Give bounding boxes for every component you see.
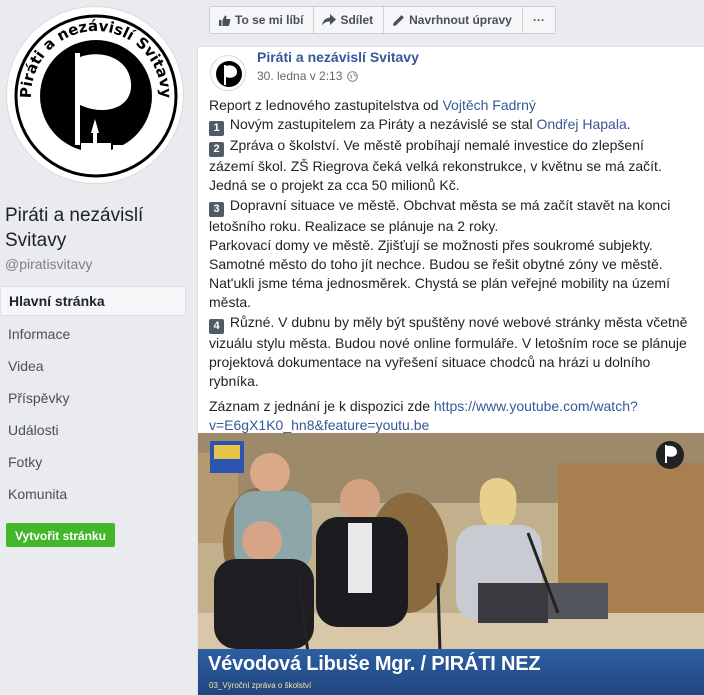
author-avatar[interactable] [210,55,246,91]
share-label: Sdílet [340,13,374,27]
nav-item-posts[interactable]: Příspěvky [0,382,186,414]
video-caption-subtitle: 03_Výroční zpráva o školství [209,681,312,690]
nav-item-home[interactable]: Hlavní stránka [0,286,186,316]
post-item-2: 2 Zpráva o školství. Ve městě probíhají … [209,136,689,195]
video-caption-bar: Vévodová Libuše Mgr. / PIRÁTI NEZ 03_Výr… [198,649,704,695]
post-meta: 30. ledna v 2:13 [257,69,359,83]
post-body: Report z lednového zastupitelstva od Voj… [209,96,689,436]
keycap-2-icon: 2 [209,142,224,158]
page-actions-toolbar: To se mi líbí Sdílet Navrhnout úpravy ··… [209,6,556,34]
pencil-icon [392,14,405,27]
more-dots-icon: ··· [532,13,545,27]
record-text: Záznam z jednání je k dispozici zde [209,398,434,415]
nav-item-about[interactable]: Informace [0,318,186,350]
like-button[interactable]: To se mi líbí [209,6,315,34]
post-author[interactable]: Piráti a nezávislí Svitavy [257,49,419,65]
mention-link[interactable]: Vojtěch Fadrný [442,97,535,113]
nav-item-videos[interactable]: Videa [0,350,186,382]
video-caption-title: Vévodová Libuše Mgr. / PIRÁTI NEZ [208,653,541,675]
share-arrow-icon [322,14,337,26]
item-2-text: Zpráva o školství. Ve městě probíhají ne… [209,137,662,194]
post-item-1: 1 Novým zastupitelem za Piráty a nezávis… [209,115,689,137]
keycap-3-icon: 3 [209,201,224,217]
post-intro: Report z lednového zastupitelstva od Voj… [209,96,689,115]
intro-text: Report z lednového zastupitelstva od [209,97,443,113]
post-item-3-extra: Parkovací domy ve městě. Zjišťují se mož… [209,236,670,311]
nav-item-photos[interactable]: Fotky [0,446,186,478]
left-column: Piráti a nezávislí Svitavy Piráti a nezá… [0,0,196,694]
mention-link-hapala[interactable]: Ondřej Hapala [536,116,626,132]
item-1-suffix: . [626,116,631,133]
thumbs-up-icon [218,14,231,27]
pirate-flag-logo: Piráti a nezávislí Svitavy [12,12,180,180]
nav-item-community[interactable]: Komunita [0,478,186,510]
post-item-4: 4 Různé. V dubnu by měly být spuštěny no… [209,313,689,392]
keycap-4-icon: 4 [209,318,224,334]
page-nav: Hlavní stránka Informace Videa Příspěvky… [0,286,186,510]
item-4-text: Různé. V dubnu by měly být spuštěny nové… [209,313,688,390]
video-player[interactable]: Vévodová Libuše Mgr. / PIRÁTI NEZ 03_Výr… [198,433,704,695]
post-card: Piráti a nezávislí Svitavy 30. ledna v 2… [197,46,704,695]
more-options-button[interactable]: ··· [522,6,556,34]
post-record: Záznam z jednání je k dispozici zde http… [209,397,689,435]
suggest-edits-label: Navrhnout úpravy [409,13,512,27]
create-page-button[interactable]: Vytvořit stránku [6,523,115,547]
item-1-text: Novým zastupitelem za Piráty a nezávislé… [229,116,537,133]
suggest-edits-button[interactable]: Navrhnout úpravy [384,6,523,34]
page-handle: @piratisvitavy [5,256,93,272]
share-button[interactable]: Sdílet [314,6,385,34]
nav-item-events[interactable]: Události [0,414,186,446]
keycap-1-icon: 1 [209,121,224,137]
pirate-flag-icon [216,61,242,87]
item-3-text: Dopravní situace ve městě. Obchvat města… [209,196,671,234]
page-logo[interactable]: Piráti a nezávislí Svitavy [6,6,184,184]
like-label: To se mi líbí [235,13,304,27]
globe-icon[interactable] [347,70,359,82]
post-item-3: 3 Dopravní situace ve městě. Obchvat měs… [209,196,689,236]
page-title[interactable]: Piráti a nezávislí Svitavy [5,203,190,253]
post-timestamp[interactable]: 30. ledna v 2:13 [257,69,342,83]
